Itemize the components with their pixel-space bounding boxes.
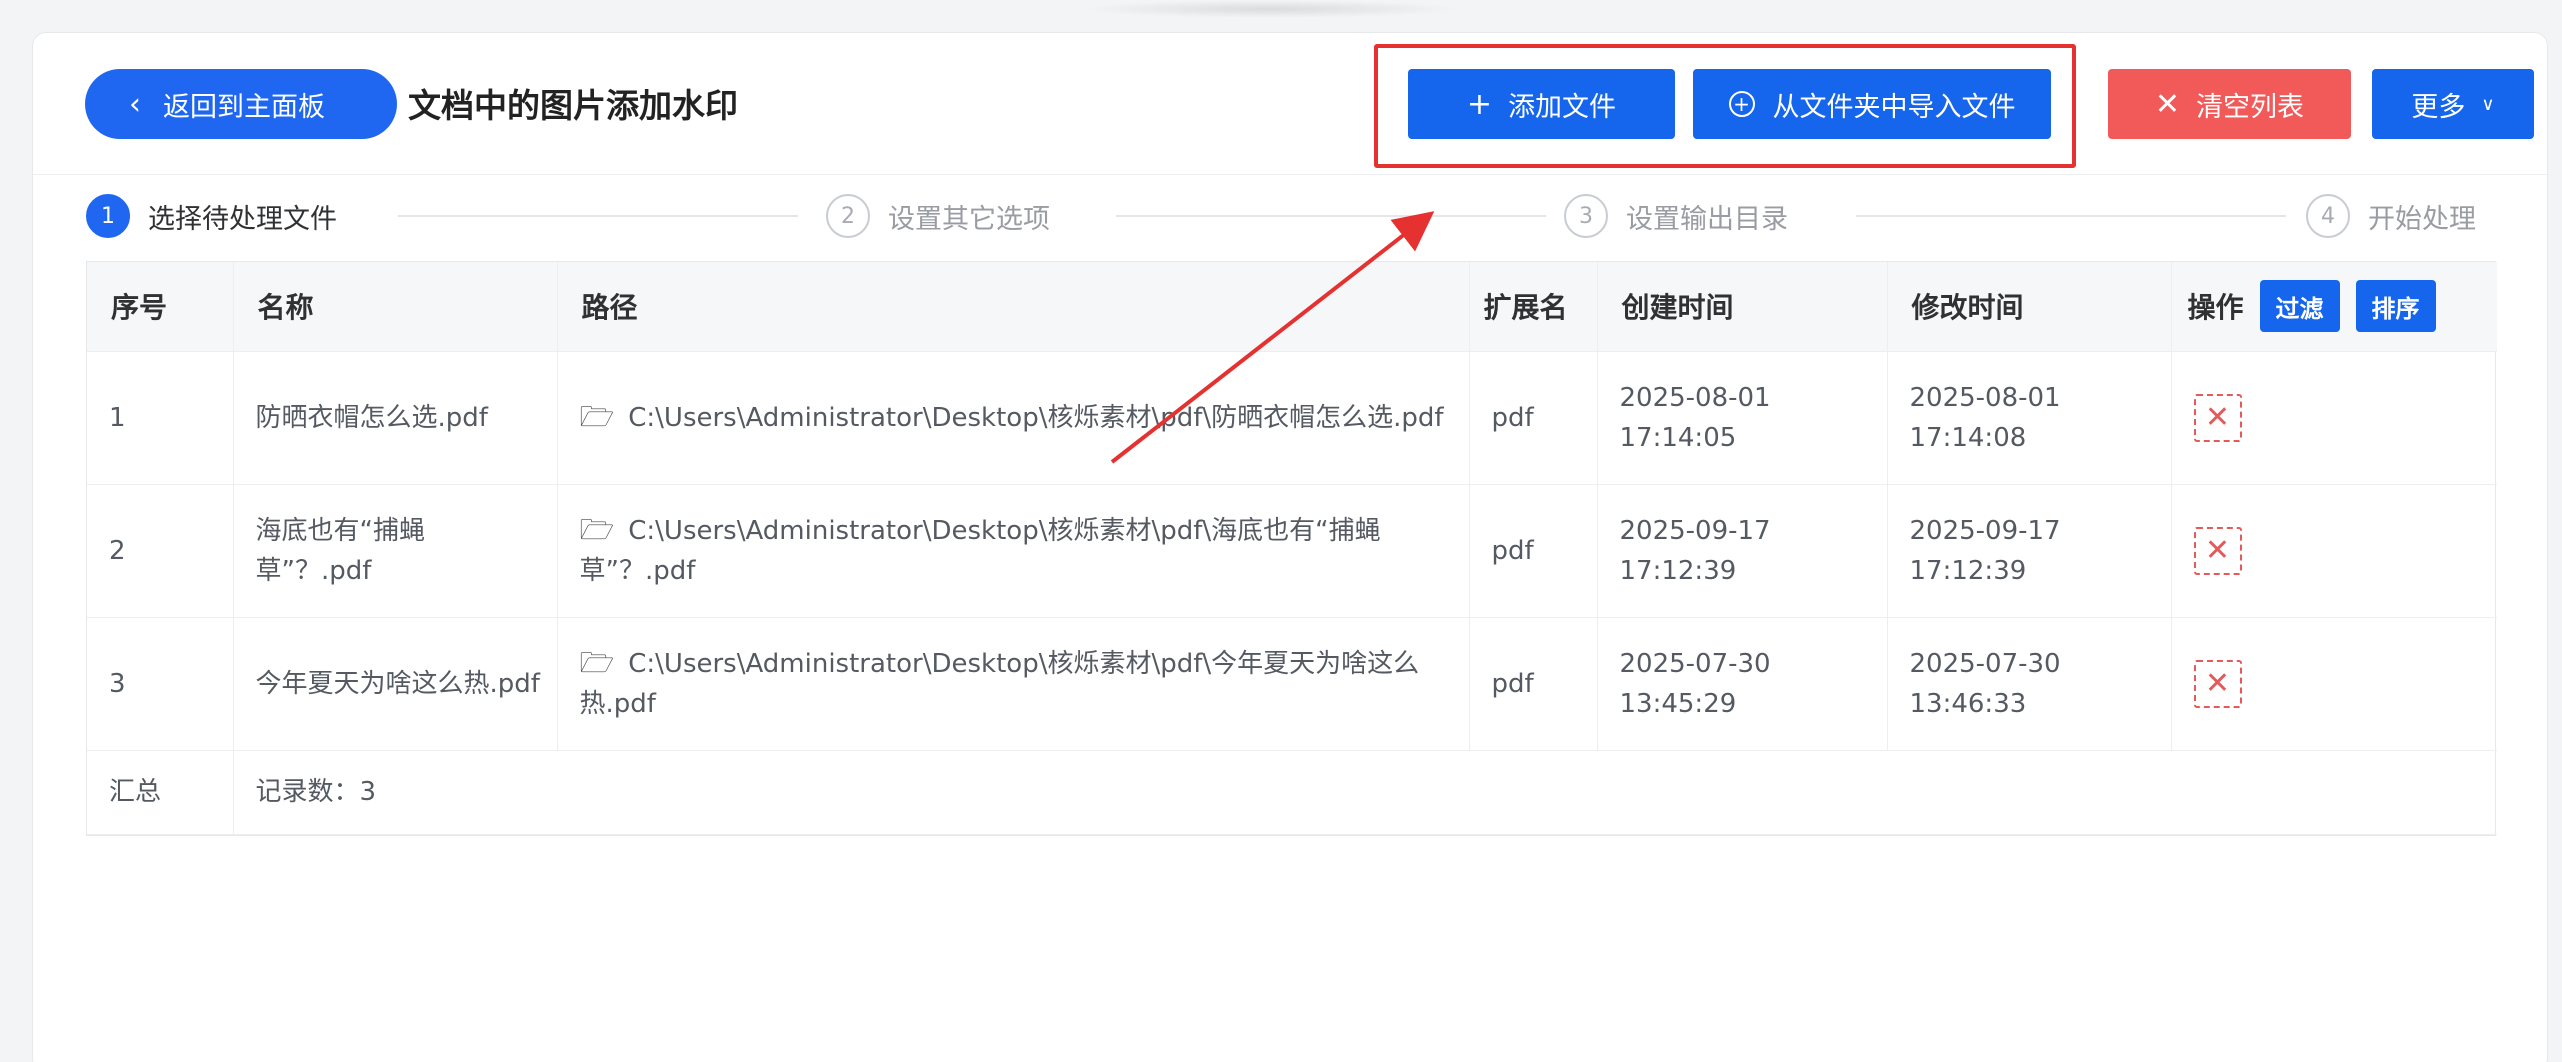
- cell-modified: 2025-09-17 17:12:39: [1887, 484, 2172, 618]
- cell-ops: ✕: [2171, 617, 2497, 751]
- summary-row: 汇总 记录数：3: [87, 750, 2497, 835]
- step-number: 3: [1564, 194, 1608, 238]
- filter-button[interactable]: 过滤: [2259, 280, 2340, 333]
- step-label: 开始处理: [2368, 203, 2476, 235]
- cell-created: 2025-08-01 17:14:05: [1597, 351, 1888, 485]
- cell-index: 1: [87, 351, 234, 485]
- summary-count: 记录数：3: [233, 750, 2497, 835]
- folder-icon: 🗁: [579, 646, 615, 679]
- table-header-row: 序号 名称 路径 扩展名 创建时间 修改时间 操作 过滤 排序: [87, 262, 2497, 352]
- table-row: 3 今年夏天为啥这么热.pdf 🗁 C:\Users\Administrator\…: [87, 617, 2497, 751]
- cell-ext: pdf: [1469, 351, 1598, 485]
- delete-row-button[interactable]: ✕: [2193, 393, 2242, 442]
- clear-list-button[interactable]: ✕ 清空列表: [2108, 69, 2351, 139]
- close-icon: ✕: [2154, 86, 2181, 122]
- delete-row-button[interactable]: ✕: [2193, 659, 2242, 708]
- path-text: C:\Users\Administrator\Desktop\核烁素材\pdf\…: [579, 649, 1420, 719]
- ops-label: 操作: [2187, 291, 2244, 325]
- highlight-box: [1374, 44, 2076, 168]
- cell-ops: ✕: [2171, 351, 2497, 485]
- cell-ops: ✕: [2171, 484, 2497, 618]
- table-row: 2 海底也有“捕蝇草”？.pdf 🗁 C:\Users\Administrator…: [87, 484, 2497, 618]
- cell-created: 2025-09-17 17:12:39: [1597, 484, 1888, 618]
- page-title: 文档中的图片添加水印: [408, 86, 738, 125]
- cell-index: 2: [87, 484, 234, 618]
- col-ops-header: 操作 过滤 排序: [2171, 262, 2497, 352]
- step-2: 2 设置其它选项: [826, 188, 1050, 244]
- sort-button[interactable]: 排序: [2355, 280, 2436, 333]
- back-to-main-button[interactable]: ‹ 返回到主面板: [85, 69, 397, 139]
- col-ext-header: 扩展名: [1469, 262, 1598, 352]
- step-1: 1 选择待处理文件: [86, 188, 337, 244]
- col-name-header: 名称: [233, 262, 558, 352]
- cell-ext: pdf: [1469, 617, 1598, 751]
- cell-path: 🗁 C:\Users\Administrator\Desktop\核烁素材\pdf…: [557, 351, 1470, 485]
- step-number: 1: [86, 194, 130, 238]
- col-created-header: 创建时间: [1597, 262, 1888, 352]
- folder-icon: 🗁: [579, 513, 615, 546]
- step-number: 2: [826, 194, 870, 238]
- col-index-header: 序号: [87, 262, 234, 352]
- cell-modified: 2025-08-01 17:14:08: [1887, 351, 2172, 485]
- cell-name: 今年夏天为啥这么热.pdf: [233, 617, 558, 751]
- back-button-label: 返回到主面板: [163, 91, 325, 123]
- step-label: 设置输出目录: [1626, 203, 1788, 235]
- table-row: 1 防晒衣帽怎么选.pdf 🗁 C:\Users\Administrator\De…: [87, 351, 2497, 485]
- cell-name: 防晒衣帽怎么选.pdf: [233, 351, 558, 485]
- file-table: 序号 名称 路径 扩展名 创建时间 修改时间 操作 过滤 排序 1 防晒衣帽怎么…: [86, 261, 2497, 836]
- step-indicator: 1 选择待处理文件 2 设置其它选项 3 设置输出目录 4 开始处理: [86, 188, 2536, 244]
- step-label: 设置其它选项: [888, 203, 1050, 235]
- cell-created: 2025-07-30 13:45:29: [1597, 617, 1888, 751]
- chevron-down-icon: ∨: [2481, 93, 2495, 115]
- chevron-left-icon: ‹: [129, 86, 141, 122]
- top-shadow: [1080, 0, 1460, 18]
- col-modified-header: 修改时间: [1887, 262, 2172, 352]
- summary-label: 汇总: [87, 750, 234, 835]
- step-3: 3 设置输出目录: [1564, 188, 1788, 244]
- step-number: 4: [2306, 194, 2350, 238]
- cell-index: 3: [87, 617, 234, 751]
- step-4: 4 开始处理: [2306, 188, 2476, 244]
- cell-ext: pdf: [1469, 484, 1598, 618]
- clear-list-label: 清空列表: [2196, 91, 2305, 123]
- step-label: 选择待处理文件: [148, 203, 337, 235]
- more-label: 更多: [2411, 91, 2466, 123]
- cell-path: 🗁 C:\Users\Administrator\Desktop\核烁素材\pdf…: [557, 617, 1470, 751]
- folder-icon: 🗁: [579, 400, 615, 433]
- toolbar: ‹ 返回到主面板 文档中的图片添加水印 + 添加文件 + 从文件夹中导入文件 ✕…: [33, 33, 2547, 175]
- cell-modified: 2025-07-30 13:46:33: [1887, 617, 2172, 751]
- cell-name: 海底也有“捕蝇草”？.pdf: [233, 484, 558, 618]
- cell-path: 🗁 C:\Users\Administrator\Desktop\核烁素材\pdf…: [557, 484, 1470, 618]
- step-divider: [398, 215, 798, 217]
- more-button[interactable]: 更多 ∨: [2372, 69, 2534, 139]
- col-path-header: 路径: [557, 262, 1470, 352]
- path-text: C:\Users\Administrator\Desktop\核烁素材\pdf\…: [579, 516, 1381, 586]
- step-divider: [1116, 215, 1546, 217]
- path-text: C:\Users\Administrator\Desktop\核烁素材\pdf\…: [628, 403, 1444, 433]
- step-divider: [1856, 215, 2286, 217]
- delete-row-button[interactable]: ✕: [2193, 526, 2242, 575]
